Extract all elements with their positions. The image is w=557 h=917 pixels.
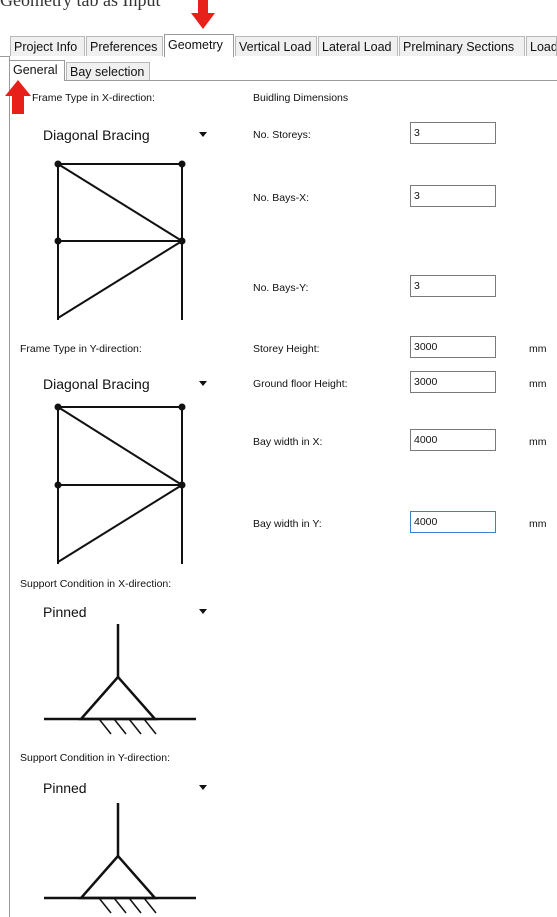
storey-height-label: Storey Height: [253,343,320,355]
unit-label: mm [529,378,547,390]
bays-y-label: No. Bays-Y: [253,282,309,294]
tab-general[interactable]: General [9,60,65,81]
pinned-support-x-image [44,624,196,740]
frame-y-dropdown[interactable]: Diagonal Bracing [43,376,150,392]
building-dimensions-heading: Buidling Dimensions [253,92,349,104]
chevron-down-icon[interactable] [199,785,207,790]
bay-width-y-input[interactable]: 4000 [410,511,496,533]
main-tab-bar: Project Info Preferences Geometry Vertic… [0,34,557,57]
frame-x-dropdown[interactable]: Diagonal Bracing [43,127,150,143]
tab-preliminary-sections[interactable]: Prelminary Sections [399,36,525,56]
storeys-input[interactable]: 3 [410,122,496,144]
ground-floor-height-input[interactable]: 3000 [410,371,496,393]
frame-x-label: Frame Type in X-direction: [32,92,155,104]
tab-project-info[interactable]: Project Info [10,36,85,56]
chevron-down-icon[interactable] [199,132,207,137]
down-arrow-icon [191,0,215,29]
tab-load[interactable]: Load [526,36,557,56]
storeys-label: No. Storeys: [253,129,311,141]
unit-label: mm [529,518,547,530]
ground-floor-height-label: Ground floor Height: [253,378,348,390]
bay-width-y-label: Bay width in Y: [253,518,322,530]
diagonal-bracing-x-image [44,150,196,320]
storey-height-input[interactable]: 3000 [410,336,496,358]
support-y-label: Support Condition in Y-direction: [20,752,171,764]
bays-x-input[interactable]: 3 [410,185,496,207]
frame-y-label: Frame Type in Y-direction: [20,343,142,355]
support-x-dropdown[interactable]: Pinned [43,604,87,620]
bays-y-input[interactable]: 3 [410,275,496,297]
chevron-down-icon[interactable] [199,609,207,614]
pinned-support-y-image [44,803,196,917]
tab-geometry[interactable]: Geometry [164,34,234,57]
tab-vertical-load[interactable]: Vertical Load [235,36,317,56]
support-y-dropdown[interactable]: Pinned [43,780,87,796]
tab-lateral-load[interactable]: Lateral Load [318,36,398,56]
tab-preferences[interactable]: Preferences [86,36,163,56]
unit-label: mm [529,343,547,355]
sub-tab-bar: General Bay selection [9,60,557,81]
bays-x-label: No. Bays-X: [253,192,310,204]
up-arrow-icon [5,80,31,114]
unit-label: mm [529,436,547,448]
bay-width-x-label: Bay width in X: [253,436,323,448]
diagonal-bracing-y-image [44,398,196,564]
bay-width-x-input[interactable]: 4000 [410,429,496,451]
tab-bay-selection[interactable]: Bay selection [66,62,150,80]
support-x-label: Support Condition in X-direction: [20,578,172,590]
chevron-down-icon[interactable] [199,381,207,386]
